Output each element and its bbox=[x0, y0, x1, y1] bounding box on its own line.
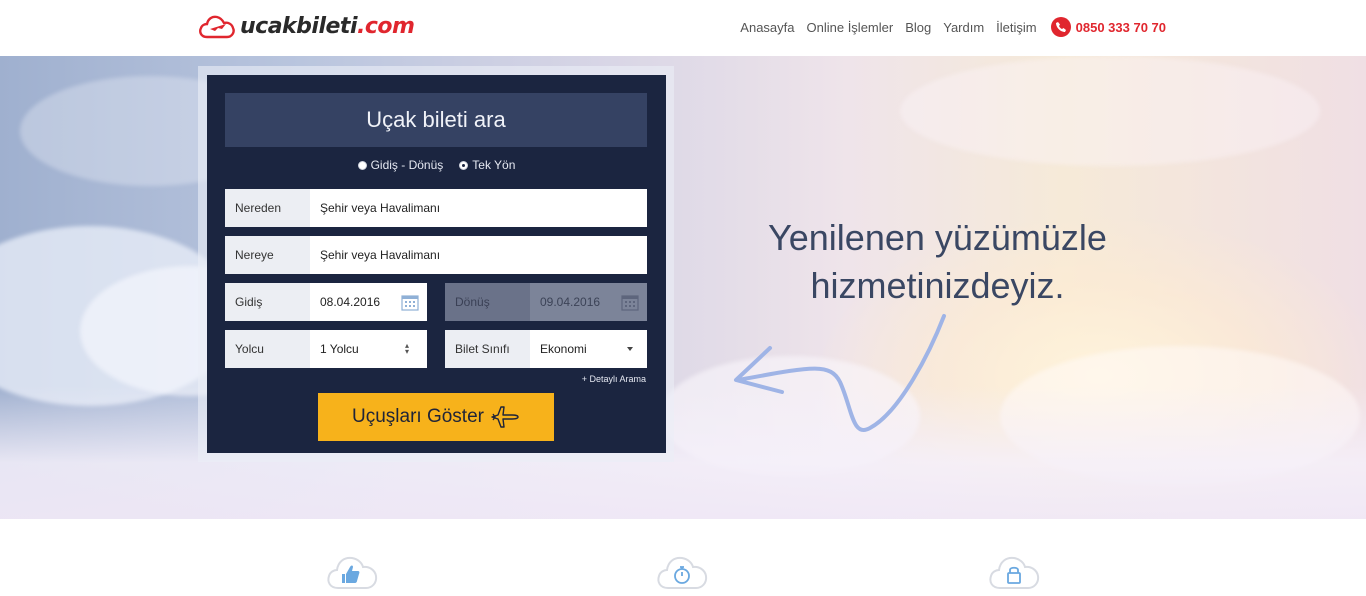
stopwatch-icon bbox=[657, 556, 708, 589]
passenger-label: Yolcu bbox=[225, 330, 310, 368]
airplane-icon bbox=[491, 406, 519, 428]
detailed-search-link[interactable]: + Detaylı Arama bbox=[560, 374, 646, 384]
round-trip-radio[interactable] bbox=[357, 160, 367, 170]
from-label: Nereden bbox=[225, 189, 310, 227]
slogan-line-2: hizmetinizdeyiz. bbox=[810, 265, 1065, 306]
return-label: Dönüş bbox=[445, 283, 530, 321]
round-trip-label: Gidiş - Dönüş bbox=[370, 158, 444, 172]
one-way-label: Tek Yön bbox=[472, 158, 516, 172]
from-input[interactable]: Şehir veya Havalimanı bbox=[310, 189, 647, 227]
to-label: Nereye bbox=[225, 236, 310, 274]
one-way-radio[interactable] bbox=[459, 160, 469, 170]
departure-date-value: 08.04.2016 bbox=[320, 295, 381, 309]
logo-wordmark: ucakbileti.com bbox=[240, 13, 415, 39]
return-date-value: 09.04.2016 bbox=[540, 295, 601, 309]
departure-date-input[interactable]: 08.04.2016 bbox=[310, 283, 427, 321]
slogan-line-1: Yenilenen yüzümüzle bbox=[768, 217, 1107, 258]
search-title: Uçak bileti ara bbox=[225, 93, 647, 147]
chevron-down-icon bbox=[627, 347, 633, 351]
calendar-icon[interactable] bbox=[621, 293, 639, 311]
show-flights-button[interactable]: Uçuşları Göster bbox=[318, 393, 554, 441]
site-header: ucakbileti.com Anasayfa Online İşlemler … bbox=[0, 0, 1366, 56]
passenger-field[interactable]: Yolcu 1 Yolcu ▴ ▾ bbox=[225, 330, 427, 368]
departure-date-field[interactable]: Gidiş 08.04.2016 bbox=[225, 283, 427, 321]
phone-icon bbox=[1050, 17, 1071, 37]
main-nav: Anasayfa Online İşlemler Blog Yardım İle… bbox=[740, 17, 1166, 37]
round-trip-option[interactable]: Gidiş - Dönüş bbox=[357, 157, 444, 173]
cloud bbox=[900, 56, 1320, 166]
passenger-select[interactable]: 1 Yolcu ▴ ▾ bbox=[310, 330, 427, 368]
nav-online-services[interactable]: Online İşlemler bbox=[807, 20, 894, 35]
nav-home[interactable]: Anasayfa bbox=[740, 20, 794, 35]
hero-slogan: Yenilenen yüzümüzle hizmetinizdeyiz. bbox=[735, 214, 1140, 310]
ticket-class-field[interactable]: Bilet Sınıfı Ekonomi bbox=[445, 330, 647, 368]
trip-type-selector: Gidiş - Dönüş Tek Yön bbox=[207, 157, 666, 173]
nav-blog[interactable]: Blog bbox=[905, 20, 931, 35]
departure-label: Gidiş bbox=[225, 283, 310, 321]
ticket-class-value: Ekonomi bbox=[540, 342, 587, 356]
passenger-value: 1 Yolcu bbox=[320, 342, 359, 356]
show-flights-label: Uçuşları Göster bbox=[352, 406, 484, 427]
return-date-field[interactable]: Dönüş 09.04.2016 bbox=[445, 283, 647, 321]
updown-arrows-icon: ▴ ▾ bbox=[404, 341, 409, 356]
nav-help[interactable]: Yardım bbox=[943, 20, 984, 35]
one-way-option[interactable]: Tek Yön bbox=[459, 157, 515, 173]
nav-contact[interactable]: İletişim bbox=[996, 20, 1036, 35]
lock-icon bbox=[989, 556, 1040, 589]
to-field[interactable]: Nereye Şehir veya Havalimanı bbox=[225, 236, 647, 274]
hand-drawn-arrow-icon bbox=[734, 314, 946, 432]
site-logo[interactable]: ucakbileti.com bbox=[198, 8, 415, 44]
phone-number: 0850 333 70 70 bbox=[1075, 19, 1166, 35]
return-date-input[interactable]: 09.04.2016 bbox=[530, 283, 647, 321]
cloud-plane-logo-icon bbox=[199, 15, 235, 39]
calendar-icon[interactable] bbox=[401, 293, 419, 311]
ticket-class-label: Bilet Sınıfı bbox=[445, 330, 530, 368]
ticket-class-select[interactable]: Ekonomi bbox=[530, 330, 647, 368]
thumbs-up-icon bbox=[327, 556, 378, 589]
phone-contact[interactable]: 0850 333 70 70 bbox=[1050, 17, 1166, 37]
to-input[interactable]: Şehir veya Havalimanı bbox=[310, 236, 647, 274]
from-field[interactable]: Nereden Şehir veya Havalimanı bbox=[225, 189, 647, 227]
